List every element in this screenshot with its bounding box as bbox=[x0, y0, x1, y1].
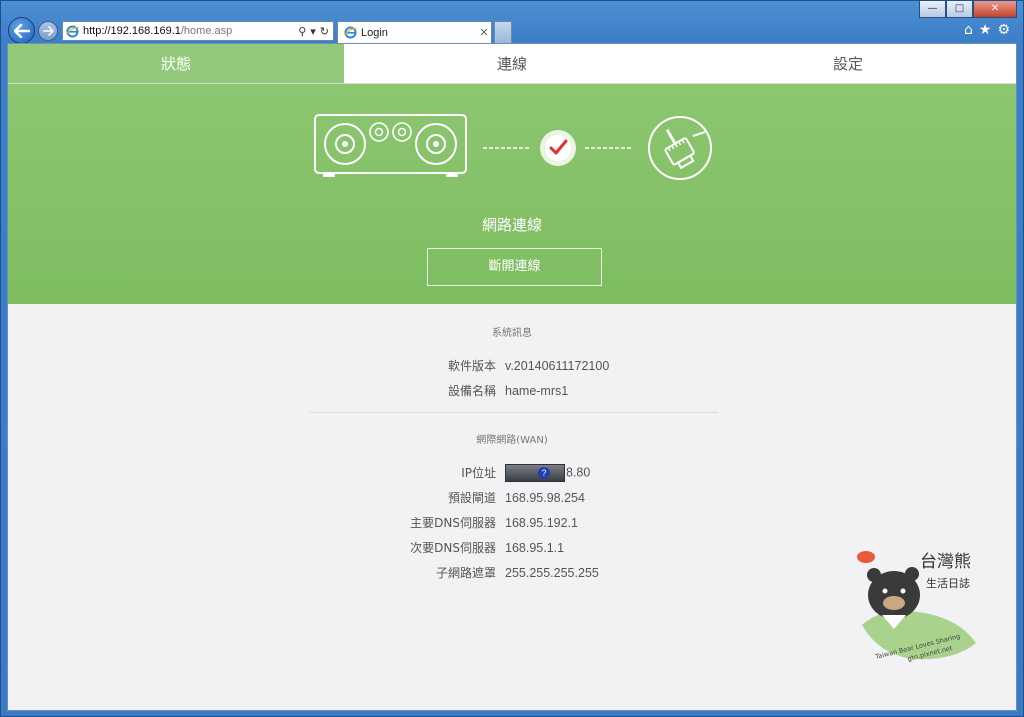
info-value: 255.255.255.255 bbox=[505, 565, 599, 580]
tab-title: Login bbox=[361, 26, 388, 39]
browser-window: — □ ✕ http://192.168.169.1/home.asp ⚲ ▾ bbox=[0, 0, 1024, 717]
info-row-dns-primary: 主要DNS伺服器 168.95.192.1 bbox=[8, 510, 1016, 535]
connection-status-title: 網路連線 bbox=[481, 216, 542, 234]
watermark-brand: 台灣熊 bbox=[920, 552, 971, 572]
info-row-ip: IP位址 ? 8.80 bbox=[8, 460, 1016, 485]
info-row-device-name: 設備名稱 hame-mrs1 bbox=[8, 378, 1016, 403]
info-value: 168.95.98.254 bbox=[505, 490, 585, 505]
info-label: IP位址 bbox=[461, 466, 496, 480]
info-value: hame-mrs1 bbox=[505, 383, 569, 398]
system-info-heading: 系統訊息 bbox=[492, 328, 532, 339]
disconnect-button[interactable]: 斷開連線 bbox=[427, 248, 602, 286]
minimize-button[interactable]: — bbox=[919, 1, 946, 18]
app-nav: 狀態 連線 設定 bbox=[8, 44, 1016, 84]
browser-toolbar: http://192.168.169.1/home.asp ⚲ ▾ ↻ Logi… bbox=[8, 17, 1018, 44]
page-viewport: 狀態 連線 設定 網路連線 斷開連線 系統訊息 軟件版本 v.201406111… bbox=[7, 43, 1017, 711]
connected-check-icon bbox=[540, 130, 576, 166]
favorites-star-icon[interactable]: ★ bbox=[979, 23, 992, 37]
info-value: 168.95.192.1 bbox=[505, 515, 578, 530]
refresh-icon[interactable]: ↻ bbox=[320, 25, 329, 38]
info-label: 軟件版本 bbox=[447, 359, 496, 373]
close-window-button[interactable]: ✕ bbox=[973, 1, 1017, 18]
section-divider bbox=[310, 412, 718, 413]
help-icon: ? bbox=[538, 466, 550, 479]
info-panel: 系統訊息 軟件版本 v.20140611172100 設備名稱 hame-mrs… bbox=[8, 304, 1016, 585]
tab-status[interactable]: 狀態 bbox=[8, 44, 344, 83]
info-label: 預設閘道 bbox=[447, 491, 496, 505]
tab-close-icon[interactable]: ✕ bbox=[477, 26, 491, 39]
info-row-gateway: 預設閘道 168.95.98.254 bbox=[8, 485, 1016, 510]
browser-tab[interactable]: Login ✕ bbox=[337, 21, 492, 43]
connection-diagram bbox=[314, 114, 712, 180]
watermark-tagline: 生活日誌 bbox=[926, 576, 970, 590]
arrow-right-icon bbox=[42, 26, 54, 36]
info-label: 主要DNS伺服器 bbox=[410, 516, 496, 530]
search-icon[interactable]: ⚲ bbox=[298, 25, 306, 38]
settings-gear-icon[interactable]: ⚙ bbox=[997, 23, 1010, 37]
tab-settings[interactable]: 設定 bbox=[680, 44, 1016, 83]
info-row-firmware: 軟件版本 v.20140611172100 bbox=[8, 353, 1016, 378]
forward-button[interactable] bbox=[38, 21, 58, 41]
status-hero: 網路連線 斷開連線 bbox=[8, 84, 1016, 304]
window-controls: — □ ✕ bbox=[919, 1, 1017, 18]
back-button[interactable] bbox=[8, 17, 35, 44]
ie-favicon-icon bbox=[344, 26, 357, 39]
info-label: 子網路遮罩 bbox=[435, 566, 496, 580]
ie-favicon-icon bbox=[66, 25, 79, 37]
home-icon[interactable]: ⌂ bbox=[964, 23, 973, 37]
address-tools: ⚲ ▾ ↻ bbox=[298, 25, 333, 38]
arrow-left-icon bbox=[13, 23, 30, 38]
info-value: v.20140611172100 bbox=[505, 358, 610, 373]
router-device-icon bbox=[314, 114, 467, 177]
wan-info-heading: 網際網路(WAN) bbox=[476, 435, 548, 446]
browser-right-icons: ⌂ ★ ⚙ bbox=[964, 23, 1010, 37]
redaction-overlay: ? bbox=[505, 463, 565, 482]
address-url[interactable]: http://192.168.169.1/home.asp bbox=[83, 25, 298, 37]
dropdown-icon[interactable]: ▾ bbox=[310, 25, 316, 38]
tab-connection[interactable]: 連線 bbox=[344, 44, 680, 83]
info-value: 168.95.1.1 bbox=[505, 540, 565, 555]
info-label: 次要DNS伺服器 bbox=[410, 541, 496, 555]
address-bar[interactable]: http://192.168.169.1/home.asp ⚲ ▾ ↻ bbox=[62, 21, 334, 41]
maximize-button[interactable]: □ bbox=[946, 1, 973, 18]
new-tab-button[interactable] bbox=[494, 21, 512, 43]
info-value: ? 8.80 bbox=[505, 463, 590, 482]
bear-watermark-logo: 台灣熊 生活日誌 Taiwan Bear Loves Sharing gtn.p… bbox=[854, 547, 984, 669]
info-label: 設備名稱 bbox=[447, 384, 496, 398]
ethernet-plug-icon bbox=[648, 116, 712, 180]
